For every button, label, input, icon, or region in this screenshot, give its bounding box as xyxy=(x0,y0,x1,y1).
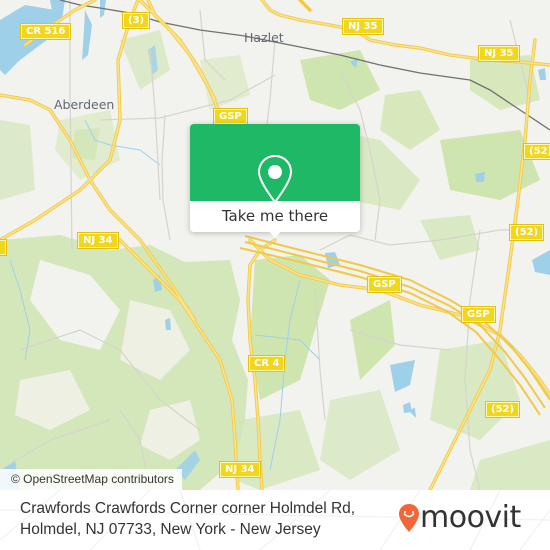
location-address: Crawfords Crawfords Corner corner Holmde… xyxy=(20,498,380,540)
road-shield-gsp: GSP xyxy=(462,307,495,322)
place-label-hazlet: Hazlet xyxy=(244,30,284,45)
road-shield-left-edge xyxy=(0,240,6,255)
popup-pointer xyxy=(268,230,282,238)
popup-header[interactable] xyxy=(190,124,360,204)
moovit-wordmark: moovit xyxy=(420,500,521,535)
road-shield-route-3: (3) xyxy=(123,13,150,28)
address-line-2: Holmdel, NJ 07733, New York - New Jersey xyxy=(20,521,321,538)
road-shield-route-52: (52) xyxy=(524,144,550,159)
road-shield-cr4: CR 4 xyxy=(249,356,285,371)
road-shield-nj34: NJ 34 xyxy=(78,233,118,248)
map-view[interactable]: Hazlet Aberdeen CR 516 (3) NJ 35 NJ 35 G… xyxy=(0,0,550,490)
address-line-1: Crawfords Crawfords Corner corner Holmde… xyxy=(20,500,356,517)
road-shield-nj35: NJ 35 xyxy=(479,46,519,61)
road-shield-nj35: NJ 35 xyxy=(343,19,383,34)
road-shield-route-52: (52) xyxy=(510,225,544,240)
moovit-pin-logo-icon xyxy=(399,504,419,532)
road-shield-nj34: NJ 34 xyxy=(220,462,260,477)
footer: Crawfords Crawfords Corner corner Holmde… xyxy=(0,490,550,550)
road-shield-route-52: (52) xyxy=(486,402,520,417)
place-label-aberdeen: Aberdeen xyxy=(54,97,115,112)
road-shield-gsp: GSP xyxy=(214,109,247,124)
map-attribution[interactable]: © OpenStreetMap contributors xyxy=(0,469,182,490)
take-me-there-button[interactable]: Take me there xyxy=(190,201,360,232)
road-shield-cr516: CR 516 xyxy=(21,24,71,39)
map-pin-icon xyxy=(257,154,293,204)
road-shield-gsp: GSP xyxy=(368,277,401,292)
location-popup: Take me there xyxy=(190,124,360,238)
